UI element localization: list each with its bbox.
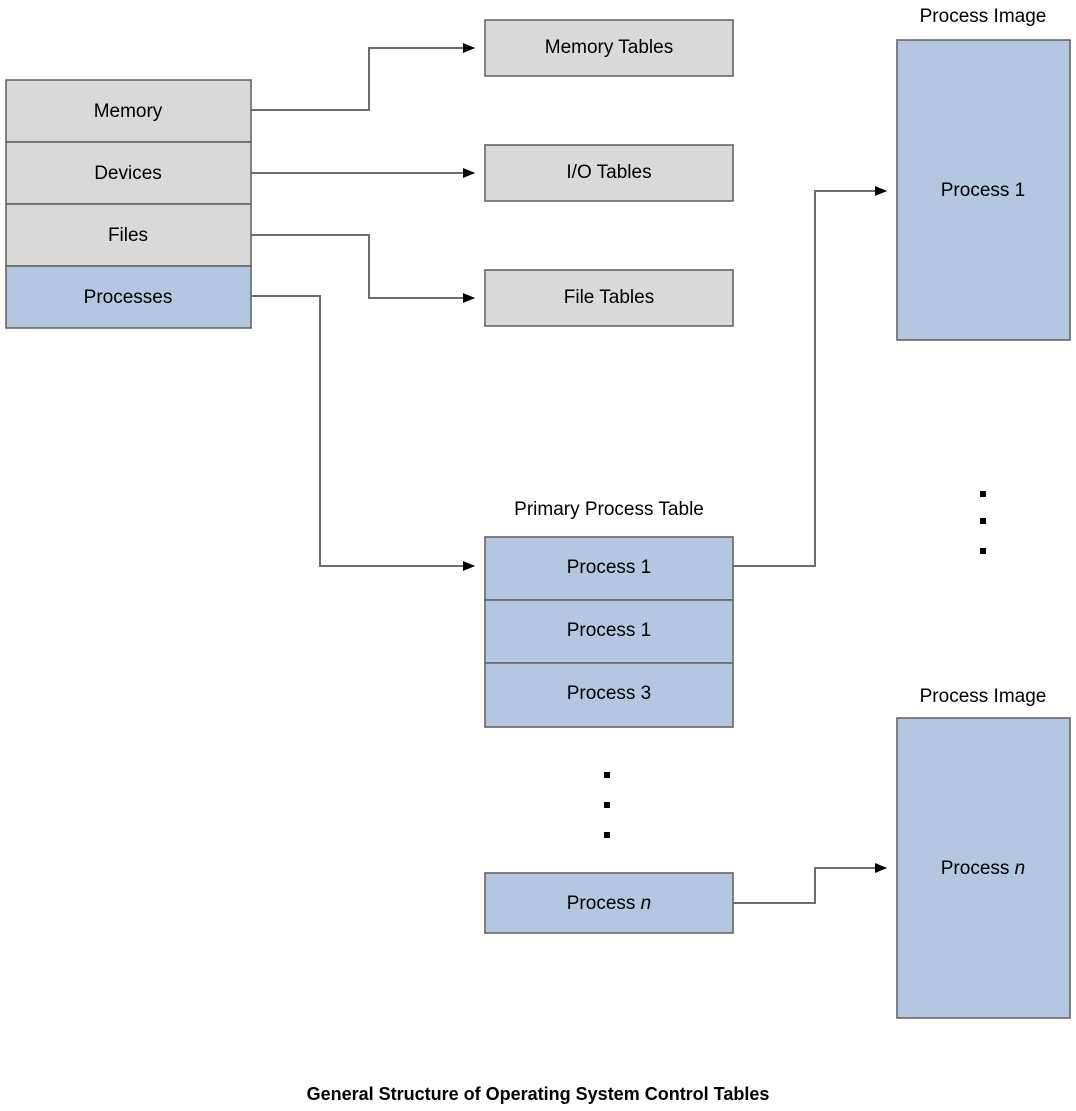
resource-stack-label-files: Files <box>108 225 148 246</box>
process-image-n-italic: n <box>1015 858 1026 879</box>
connector-process1-row-to-process-image-1 <box>733 186 887 567</box>
process-image-n: Process Image Process n <box>896 686 1071 1019</box>
resource-stack-label-processes: Processes <box>84 287 173 308</box>
primary-process-table-row-1-label: Process 1 <box>567 557 651 578</box>
connector-processn-row-to-process-image-n <box>733 863 887 904</box>
resource-stack: Memory Devices Files Processes <box>5 79 252 329</box>
figure-caption: General Structure of Operating System Co… <box>307 1084 770 1104</box>
resource-stack-label-memory: Memory <box>94 101 163 122</box>
primary-process-table-row-2-label: Process 1 <box>567 620 651 641</box>
file-tables-label: File Tables <box>564 287 654 308</box>
ellipsis-dot <box>980 548 986 554</box>
primary-process-table-row-n-label: Process n <box>567 893 652 914</box>
io-tables-label: I/O Tables <box>566 162 651 183</box>
ellipsis-dot <box>604 802 610 808</box>
connector-files-to-file-tables <box>251 234 475 303</box>
process-image-1-prefix: Process <box>941 180 1015 201</box>
ellipsis-dot <box>604 772 610 778</box>
primary-process-table: Primary Process Table Process 1 Process … <box>484 499 734 934</box>
primary-process-table-row-3-label: Process 3 <box>567 683 651 704</box>
os-control-tables-diagram: Memory Devices Files Processes Memory Ta… <box>5 6 1071 1104</box>
ellipsis-dot <box>980 491 986 497</box>
resource-stack-label-devices: Devices <box>94 163 162 184</box>
table-boxes: Memory Tables I/O Tables File Tables <box>484 19 734 327</box>
process-image-1-title: Process Image <box>920 6 1047 27</box>
primary-process-table-title: Primary Process Table <box>514 499 704 520</box>
process-image-vertical-ellipsis <box>980 491 986 554</box>
ellipsis-dot <box>604 832 610 838</box>
connector-memory-to-memory-tables <box>251 43 475 111</box>
primary-process-table-vertical-ellipsis <box>604 772 610 838</box>
connector-processes-to-primary-process-table <box>251 295 475 571</box>
row-n-prefix: Process <box>567 893 641 914</box>
process-image-1-italic: 1 <box>1015 180 1026 201</box>
process-image-n-label: Process n <box>941 858 1026 879</box>
process-image-1: Process Image Process 1 <box>896 6 1071 341</box>
process-image-1-label: Process 1 <box>941 180 1026 201</box>
ellipsis-dot <box>980 518 986 524</box>
process-image-n-title: Process Image <box>920 686 1047 707</box>
row-n-italic: n <box>641 893 652 914</box>
memory-tables-label: Memory Tables <box>545 37 673 58</box>
process-image-n-prefix: Process <box>941 858 1015 879</box>
